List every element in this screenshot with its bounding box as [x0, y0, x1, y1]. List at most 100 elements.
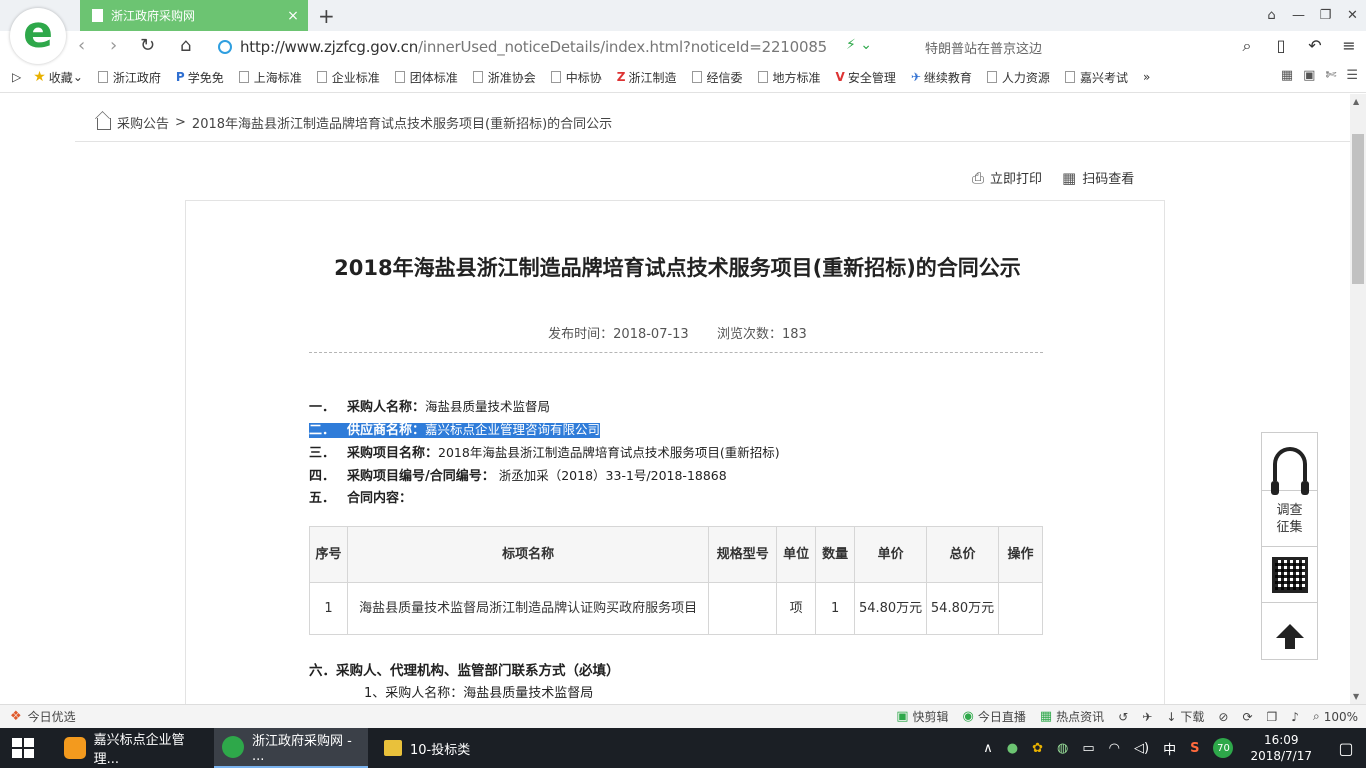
forward-button[interactable]: › [110, 35, 117, 57]
battery-icon[interactable]: ▭ [1082, 741, 1094, 756]
skin-icon[interactable]: ⌂ [1258, 0, 1285, 31]
home-button[interactable]: ⌂ [180, 35, 191, 57]
bookmark-item[interactable]: 经信委 [691, 69, 743, 86]
sidebar-toggle-icon[interactable]: ▷ [12, 70, 21, 84]
maximize-button[interactable]: ❐ [1312, 0, 1339, 31]
bookmark-item[interactable]: P 学免免 [176, 69, 224, 86]
close-window-button[interactable]: ✕ [1339, 0, 1366, 31]
refresh-button[interactable]: ↻ [140, 35, 155, 57]
bookmark-item[interactable]: V 安全管理 [836, 69, 896, 86]
sogou-icon[interactable]: S [1190, 741, 1199, 756]
arrow-up-icon [1275, 624, 1304, 649]
table-header-row: 序号 标项名称 规格型号 单位 数量 单价 总价 操作 [309, 526, 1044, 583]
vertical-scrollbar[interactable]: ▲ ▼ [1350, 94, 1366, 704]
windows-taskbar: 嘉兴标点企业管理... 浙江政府采购网 - ... 10-投标类 ∧ ● ✿ ◍… [0, 728, 1366, 768]
zoom-level[interactable]: ⌕ 100% [1313, 709, 1358, 724]
taskbar-app-browser-2[interactable]: 浙江政府采购网 - ... [214, 728, 368, 768]
status-cleanup-icon[interactable]: ⟳ [1242, 710, 1252, 724]
bookmark-favorites[interactable]: ★ 收藏 ⌄ [33, 69, 83, 86]
site-icon: V [835, 70, 845, 84]
customer-service-button[interactable] [1262, 433, 1317, 495]
apps-icon[interactable]: ▦ [1281, 68, 1293, 83]
status-block-icon[interactable]: ⊘ [1218, 710, 1228, 724]
volume-icon[interactable]: ◁) [1134, 741, 1149, 756]
search-icon[interactable]: ⌕ [1230, 35, 1264, 57]
table-cell: 海盐县质量技术监督局浙江制造品牌认证购买政府服务项目 [346, 582, 710, 635]
publish-label: 发布时间： [548, 327, 614, 342]
site-info-icon[interactable] [218, 39, 232, 54]
bookmark-item[interactable]: 中标协 [550, 69, 602, 86]
print-button[interactable]: ⎙ 立即打印 [972, 168, 1042, 188]
contract-table: 序号 标项名称 规格型号 单位 数量 单价 总价 操作 1 海盐县质量技术监督局… [309, 526, 1044, 635]
table-header: 数量 [815, 526, 856, 583]
bookmark-item[interactable]: 人力资源 [986, 69, 1050, 86]
new-tab-button[interactable]: + [318, 4, 335, 28]
folder-icon [384, 740, 402, 756]
bookmarks-more[interactable]: » [1143, 70, 1150, 84]
scrollbar-thumb[interactable] [1352, 134, 1364, 284]
ad-block-icon[interactable]: ▣ [1303, 68, 1315, 83]
tab-close-icon[interactable]: × [284, 8, 302, 24]
section-contacts-title: 六．采购人、代理机构、监管部门联系方式（必填） [309, 663, 620, 679]
back-button[interactable]: ‹ [78, 35, 85, 57]
status-window-icon[interactable]: ❐ [1267, 710, 1278, 724]
bookmark-item[interactable]: 嘉兴考试 [1064, 69, 1128, 86]
start-button[interactable] [12, 738, 34, 758]
bookmark-item[interactable]: 地方标准 [757, 69, 821, 86]
browser-tab-active[interactable]: 浙江政府采购网 × [80, 0, 308, 31]
tray-app-icon[interactable]: ✿ [1032, 741, 1043, 756]
status-item-clip[interactable]: ▣ 快剪辑 [896, 708, 948, 725]
wifi-icon[interactable]: ◠ [1109, 741, 1120, 756]
system-clock[interactable]: 16:09 2018/7/17 [1250, 732, 1312, 764]
section-contacts-item: 1、采购人名称：海盐县质量技术监督局 [364, 686, 594, 701]
home-icon[interactable] [97, 117, 111, 130]
more-tools-icon[interactable]: ☰ [1346, 68, 1358, 83]
survey-button[interactable]: 调查征集 [1262, 491, 1317, 547]
scroll-down-icon[interactable]: ▼ [1353, 692, 1359, 701]
bookmark-item[interactable]: ✈ 继续教育 [911, 69, 972, 86]
status-item-news[interactable]: ▦ 热点资讯 [1040, 708, 1104, 725]
status-bar: ❖ 今日优选 ▣ 快剪辑 ◉ 今日直播 ▦ 热点资讯 ↺ ✈ ↓ 下载 ⊘ ⟳ ❐ ♪ … [0, 704, 1366, 728]
status-volume-icon[interactable]: ♪ [1291, 710, 1299, 724]
url-text[interactable]: http://www.zjzfcg.gov.cn/innerUsed_notic… [240, 38, 827, 56]
publish-date: 2018-07-13 [613, 327, 689, 342]
search-suggestion[interactable]: 特朗普站在普京这边 [925, 38, 1042, 57]
browser-logo[interactable]: e [10, 8, 66, 64]
ime-indicator[interactable]: 中 [1163, 739, 1176, 758]
survey-label: 调查征集 [1276, 502, 1303, 535]
tray-app-icon[interactable]: ● [1007, 741, 1018, 756]
mobile-icon[interactable]: ▯ [1264, 35, 1298, 57]
back-to-top-button[interactable] [1262, 603, 1317, 659]
scroll-up-icon[interactable]: ▲ [1353, 97, 1359, 106]
breadcrumb-home[interactable]: 采购公告 [117, 113, 169, 132]
status-left[interactable]: ❖ 今日优选 [10, 708, 76, 725]
notification-icon[interactable]: ▢ [1326, 739, 1366, 758]
bookmark-item[interactable]: 上海标准 [238, 69, 302, 86]
scan-qr-button[interactable]: ▦ 扫码查看 [1062, 168, 1134, 188]
undo-icon[interactable]: ↶ [1298, 35, 1332, 57]
bookmark-item[interactable]: 浙江政府 [97, 69, 161, 86]
status-item-download[interactable]: ↓ 下载 [1166, 708, 1204, 725]
wechat-icon[interactable]: ◍ [1057, 741, 1068, 756]
speed-mode-icon[interactable]: ⚡ ⌄ [846, 37, 872, 53]
minimize-button[interactable]: — [1285, 0, 1312, 31]
menu-icon[interactable]: ≡ [1332, 35, 1366, 57]
status-item-live[interactable]: ◉ 今日直播 [963, 708, 1026, 725]
qr-code-button[interactable] [1262, 547, 1317, 603]
security-badge[interactable]: 70 [1213, 738, 1234, 758]
status-pin-icon[interactable]: ✈ [1142, 710, 1152, 724]
status-refresh-icon[interactable]: ↺ [1118, 710, 1128, 724]
taskbar-app-browser-1[interactable]: 嘉兴标点企业管理... [56, 728, 208, 768]
bookmark-item[interactable]: Z 浙江制造 [617, 69, 677, 86]
bookmark-item[interactable]: 企业标准 [316, 69, 380, 86]
page-icon [472, 71, 483, 83]
clock-date: 2018/7/17 [1250, 749, 1312, 763]
taskbar-app-folder[interactable]: 10-投标类 [376, 728, 528, 768]
news-icon: ▦ [1039, 709, 1053, 724]
bookmark-item[interactable]: 团体标准 [394, 69, 458, 86]
address-bar[interactable]: http://www.zjzfcg.gov.cn/innerUsed_notic… [218, 34, 910, 59]
bookmark-item[interactable]: 浙准协会 [472, 69, 536, 86]
tray-expand-icon[interactable]: ∧ [983, 741, 993, 756]
table-cell: 54.80万元 [926, 582, 999, 635]
screenshot-icon[interactable]: ✄ [1325, 68, 1336, 83]
